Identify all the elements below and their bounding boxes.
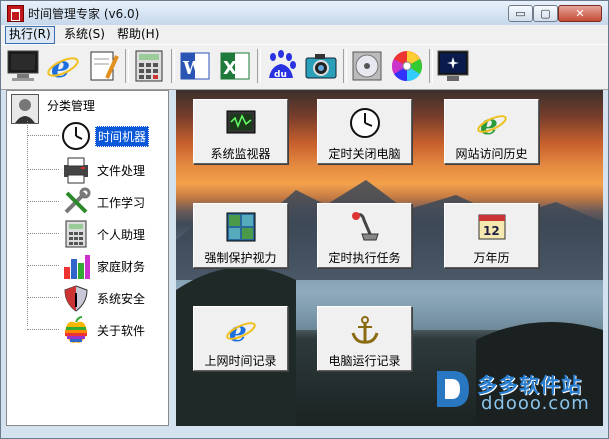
tree-item-label: 关于软件 xyxy=(97,324,146,338)
tree-item-label: 家庭财务 xyxy=(97,260,146,274)
category-tree: 分类管理 时间机器 文件处理 工作学习 个人助理 家庭财务 系统安全 关于软件 xyxy=(6,90,169,426)
clock-icon xyxy=(61,121,91,151)
clock-icon xyxy=(348,106,382,140)
svg-text:X: X xyxy=(223,58,237,79)
tile-label: 定时执行任务 xyxy=(328,251,401,265)
shield-icon xyxy=(61,283,91,313)
tile-scheduled-shutdown[interactable]: 定时关闭电脑 xyxy=(317,99,412,164)
internet-explorer-icon: e xyxy=(224,313,258,348)
calendar-icon: 12 xyxy=(475,210,509,244)
tile-label: 上网时间记录 xyxy=(204,354,277,368)
tree-item-time-machine[interactable]: 时间机器 xyxy=(27,121,167,151)
oscilloscope-icon xyxy=(224,106,258,140)
tile-perpetual-calendar[interactable]: 12 万年历 xyxy=(444,203,539,268)
tree-connector xyxy=(27,297,59,298)
menu-bar: 执行(R) 系统(S) 帮助(H) xyxy=(1,25,608,44)
title-bar[interactable]: 时间管理专家 (v6.0) ▭ ▢ ✕ xyxy=(1,1,608,25)
tree-connector xyxy=(27,201,59,202)
tree-item-label: 个人助理 xyxy=(97,228,146,242)
tree-item-about-software[interactable]: 关于软件 xyxy=(27,315,167,345)
color-disc-icon[interactable] xyxy=(389,48,425,84)
svg-text:12: 12 xyxy=(483,224,500,238)
user-portrait-icon xyxy=(11,94,39,124)
toolbar: e W X du xyxy=(1,44,608,90)
toolbar-separator xyxy=(171,49,175,83)
tree-item-label: 文件处理 xyxy=(97,164,146,178)
tree-item-system-security[interactable]: 系统安全 xyxy=(27,283,167,313)
disc-player-icon[interactable] xyxy=(349,48,385,84)
toolbar-separator xyxy=(257,49,261,83)
tree-item-label: 系统安全 xyxy=(97,292,146,306)
screen-star-icon[interactable] xyxy=(435,48,471,84)
svg-text:W: W xyxy=(182,58,204,79)
menu-help[interactable]: 帮助(H) xyxy=(114,26,162,42)
tile-system-monitor[interactable]: 系统监视器 xyxy=(193,99,288,164)
app-window: 时间管理专家 (v6.0) ▭ ▢ ✕ 执行(R) 系统(S) 帮助(H) e … xyxy=(0,0,609,439)
tile-website-history[interactable]: e 网站访问历史 xyxy=(444,99,539,164)
site-watermark: 多多软件站 ddooo.com xyxy=(431,361,609,421)
tree-connector xyxy=(27,233,59,234)
word-icon[interactable]: W xyxy=(177,48,213,84)
app-logo-icon[interactable] xyxy=(7,5,24,22)
calculator-icon[interactable] xyxy=(131,48,167,84)
tile-scheduled-task[interactable]: 定时执行任务 xyxy=(317,203,412,268)
tree-item-file-processing[interactable]: 文件处理 xyxy=(27,155,167,185)
anchor-icon xyxy=(348,313,382,347)
watermark-url: ddooo.com xyxy=(481,393,590,414)
printer-icon xyxy=(61,155,91,185)
tile-online-time-log[interactable]: e 上网时间记录 xyxy=(193,306,288,371)
tile-label: 万年历 xyxy=(473,251,510,265)
toolbar-separator xyxy=(125,49,129,83)
tile-eye-protection[interactable]: 强制保护视力 xyxy=(193,203,288,268)
camera-icon[interactable] xyxy=(303,48,339,84)
tile-pc-run-log[interactable]: 电脑运行记录 xyxy=(317,306,412,371)
ddooo-logo-icon xyxy=(431,365,471,411)
tree-connector xyxy=(27,169,59,170)
minimize-button[interactable]: ▭ xyxy=(508,5,533,22)
tree-item-home-finance[interactable]: 家庭财务 xyxy=(27,251,167,281)
internet-explorer-icon: e xyxy=(475,106,509,141)
apple-icon xyxy=(61,315,91,345)
toolbar-separator xyxy=(343,49,347,83)
menu-system[interactable]: 系统(S) xyxy=(61,26,108,42)
tile-label: 电脑运行记录 xyxy=(328,354,401,368)
baidu-icon[interactable]: du xyxy=(263,48,299,84)
tree-connector xyxy=(27,329,59,330)
tree-item-personal-assistant[interactable]: 个人助理 xyxy=(27,219,167,249)
internet-explorer-icon[interactable]: e xyxy=(45,48,81,85)
joystick-icon xyxy=(348,210,382,244)
tile-label: 网站访问历史 xyxy=(455,147,528,161)
bar-chart-icon xyxy=(61,251,91,281)
svg-text:e: e xyxy=(51,50,70,84)
tree-connector xyxy=(27,265,59,266)
toolbar-separator xyxy=(429,49,433,83)
menu-execute[interactable]: 执行(R) xyxy=(5,26,55,44)
tile-label: 强制保护视力 xyxy=(204,251,277,265)
svg-text:du: du xyxy=(274,70,287,80)
notepad-pen-icon[interactable] xyxy=(85,48,121,84)
excel-icon[interactable]: X xyxy=(217,48,253,84)
tree-root-label[interactable]: 分类管理 xyxy=(47,97,95,114)
tree-item-label: 时间机器 xyxy=(95,126,150,147)
window-grid-icon xyxy=(224,210,258,244)
tile-label: 定时关闭电脑 xyxy=(328,147,401,161)
tools-icon xyxy=(61,187,91,217)
tile-label: 系统监视器 xyxy=(210,147,271,161)
tree-connector xyxy=(27,135,59,136)
calculator-icon xyxy=(61,219,91,249)
maximize-button[interactable]: ▢ xyxy=(533,5,558,22)
window-title: 时间管理专家 (v6.0) xyxy=(28,7,140,21)
tree-item-work-study[interactable]: 工作学习 xyxy=(27,187,167,217)
close-button[interactable]: ✕ xyxy=(558,5,602,22)
tree-item-label: 工作学习 xyxy=(97,196,146,210)
monitor-icon[interactable] xyxy=(5,48,41,84)
